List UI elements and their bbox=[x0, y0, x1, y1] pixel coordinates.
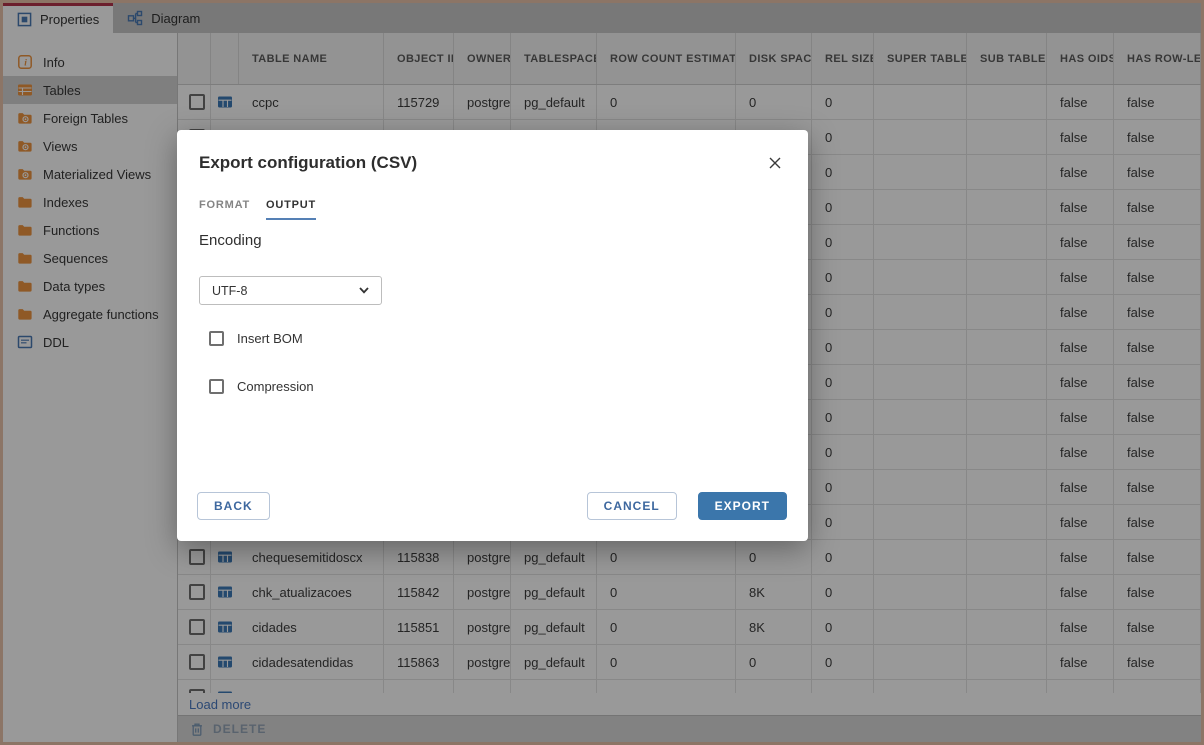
checkbox-box bbox=[209, 379, 224, 394]
export-dialog: Export configuration (CSV) FORMAT OUTPUT… bbox=[177, 130, 808, 541]
insert-bom-checkbox[interactable]: Insert BOM bbox=[209, 331, 782, 346]
checkbox-box bbox=[209, 331, 224, 346]
dialog-footer: BACK CANCEL EXPORT bbox=[197, 492, 787, 520]
encoding-value: UTF-8 bbox=[212, 283, 248, 298]
dialog-tab-output[interactable]: OUTPUT bbox=[266, 199, 317, 220]
encoding-label: Encoding bbox=[199, 232, 262, 249]
dialog-tab-format[interactable]: FORMAT bbox=[199, 199, 250, 220]
cancel-button[interactable]: CANCEL bbox=[586, 492, 677, 520]
close-icon[interactable] bbox=[768, 156, 782, 170]
checkbox-label: Compression bbox=[237, 379, 314, 394]
checkbox-label: Insert BOM bbox=[237, 331, 303, 346]
app-window: Properties Diagram i Info Tables Foreign Ta… bbox=[0, 0, 1204, 745]
export-button[interactable]: EXPORT bbox=[697, 492, 787, 520]
compression-checkbox[interactable]: Compression bbox=[209, 379, 782, 394]
chevron-down-icon bbox=[359, 287, 369, 294]
dialog-title: Export configuration (CSV) bbox=[199, 153, 418, 172]
encoding-select[interactable]: UTF-8 bbox=[199, 276, 382, 305]
back-button[interactable]: BACK bbox=[197, 492, 270, 520]
dialog-tabs: FORMAT OUTPUT bbox=[199, 199, 782, 220]
